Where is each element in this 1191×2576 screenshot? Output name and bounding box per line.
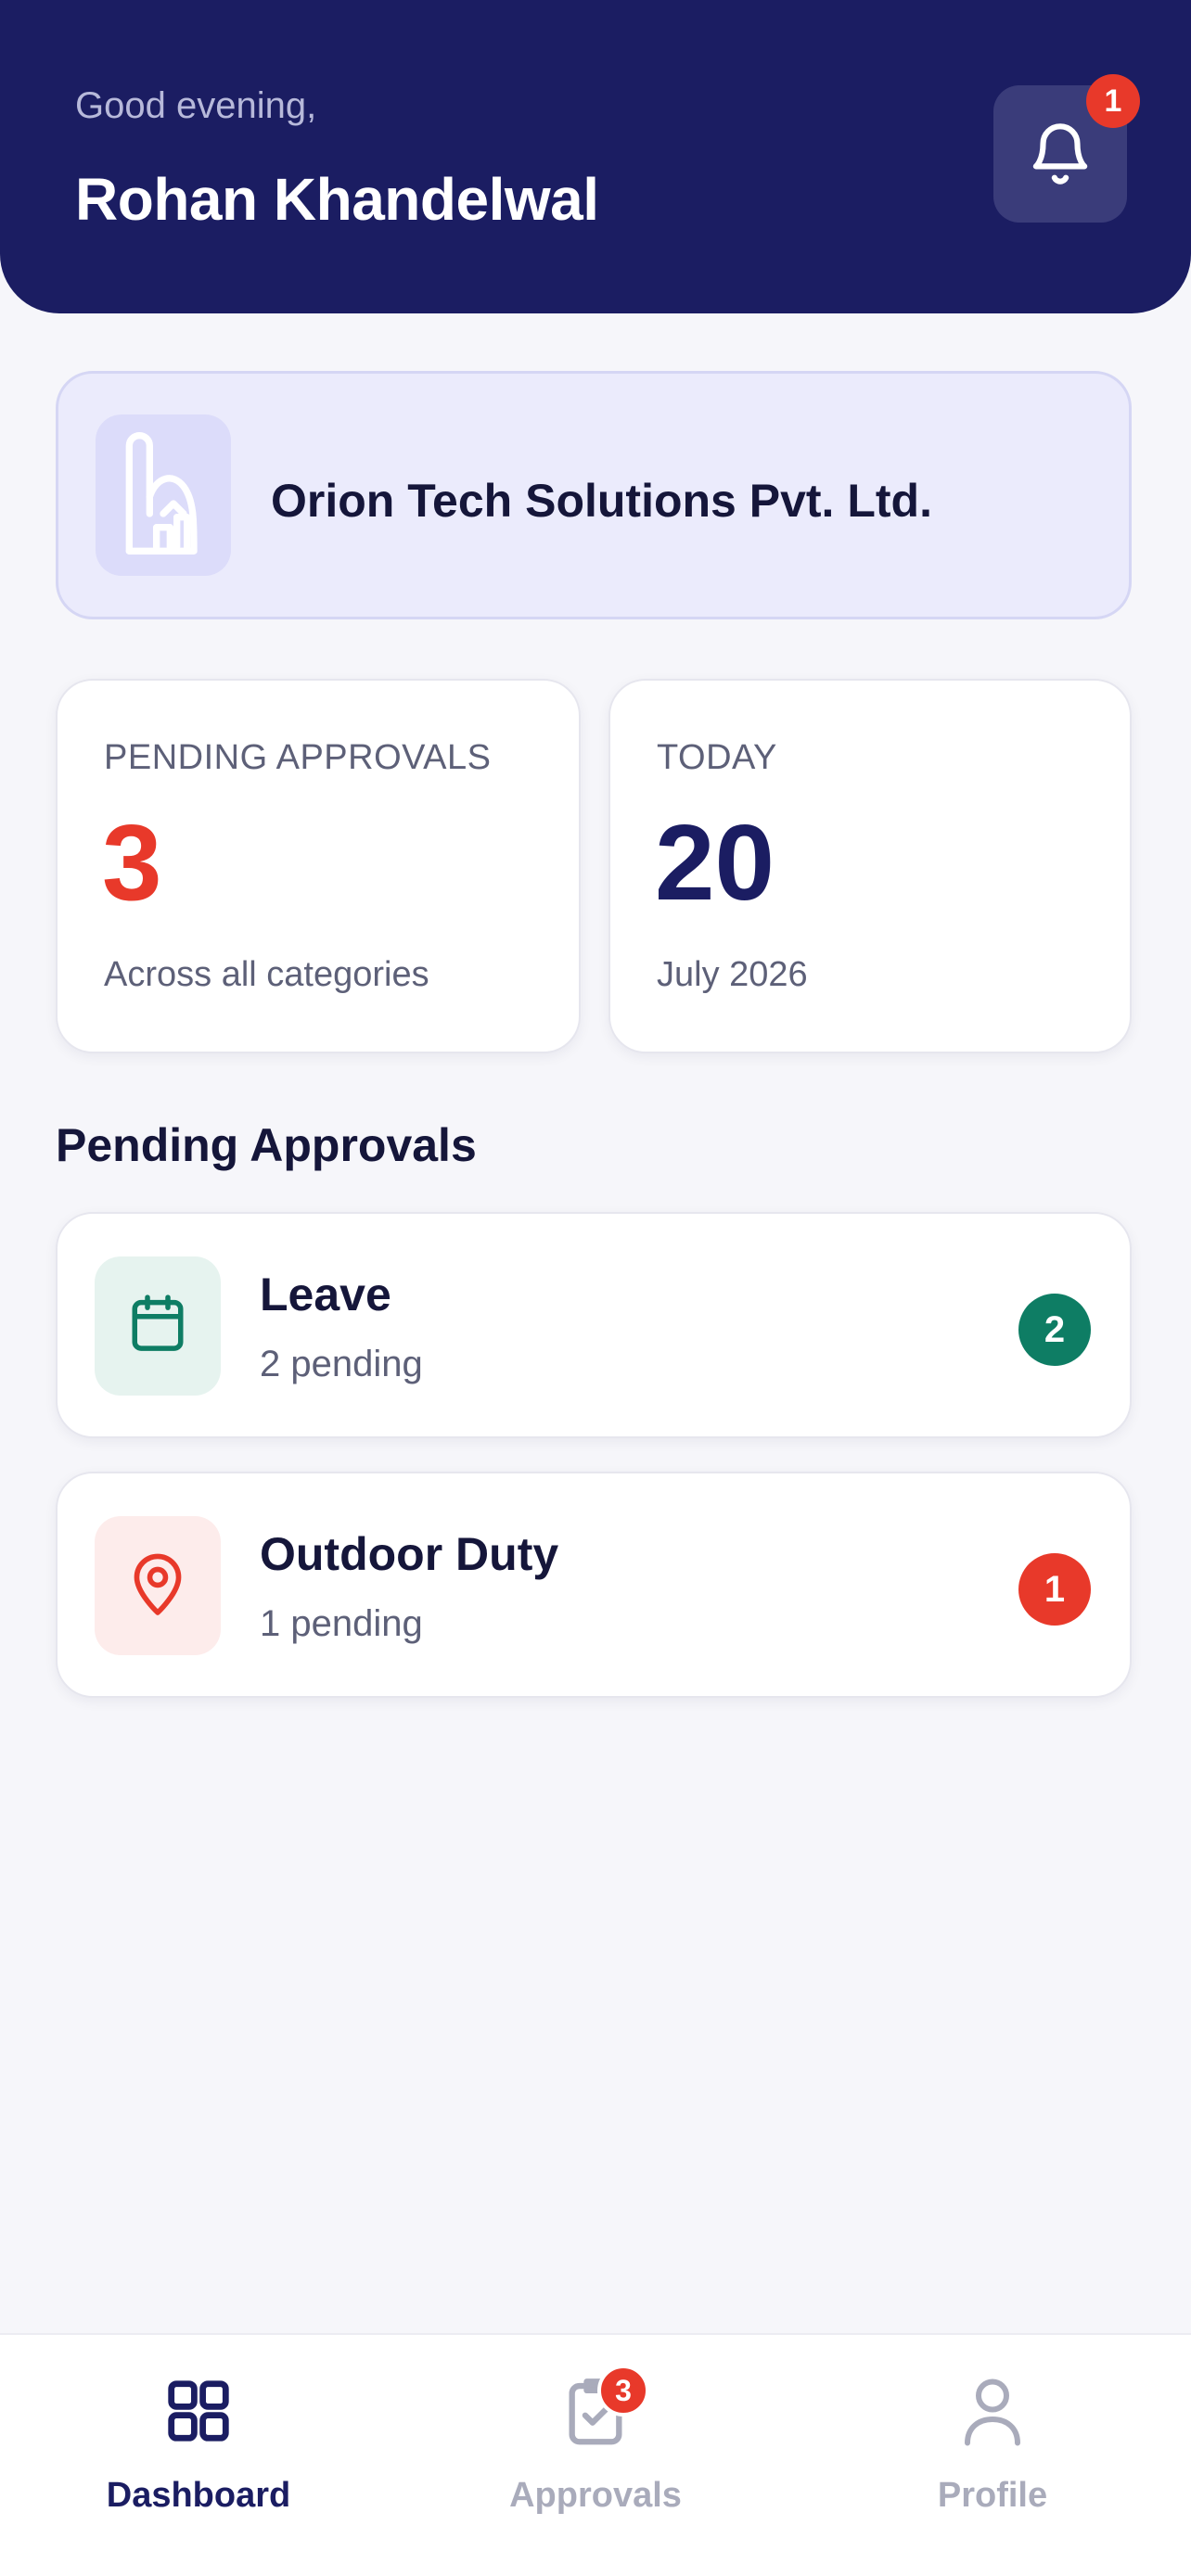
stat-label: TODAY — [657, 738, 777, 777]
approval-item-leave[interactable]: Leave 2 pending 2 — [56, 1212, 1132, 1438]
nav-label: Approvals — [509, 2476, 682, 2515]
today-stat-card: TODAY 20 July 2026 — [608, 679, 1132, 1053]
section-title: Pending Approvals — [56, 1119, 477, 1171]
nav-label: Dashboard — [106, 2476, 291, 2515]
approvals-badge: 3 — [597, 2365, 649, 2417]
user-icon — [955, 2374, 1030, 2448]
calendar-icon — [127, 1291, 188, 1362]
stat-value: 20 — [655, 802, 775, 923]
dashboard-screen: Good evening, Rohan Khandelwal 1 Orion T… — [0, 0, 1191, 2576]
bell-icon — [1026, 115, 1095, 194]
nav-tab-approvals[interactable]: 3 Approvals — [397, 2335, 794, 2576]
company-card[interactable]: Orion Tech Solutions Pvt. Ltd. — [56, 371, 1132, 619]
nav-tab-dashboard[interactable]: Dashboard — [0, 2335, 397, 2576]
approval-item-icon — [95, 1516, 221, 1655]
location-pin-icon — [129, 1549, 186, 1623]
pending-approvals-stat-card[interactable]: PENDING APPROVALS 3 Across all categorie… — [56, 679, 581, 1053]
building-logo-icon — [112, 428, 214, 563]
approval-count-badge: 2 — [1018, 1294, 1091, 1366]
stat-subtitle: July 2026 — [657, 955, 808, 994]
stat-value: 3 — [102, 802, 162, 923]
company-logo — [96, 414, 231, 576]
approval-item-subtitle: 1 pending — [260, 1603, 423, 1644]
approval-item-title: Leave — [260, 1269, 391, 1320]
approval-item-outdoor-duty[interactable]: Outdoor Duty 1 pending 1 — [56, 1472, 1132, 1698]
nav-tab-profile[interactable]: Profile — [794, 2335, 1191, 2576]
nav-label: Profile — [937, 2476, 1048, 2515]
bottom-navigation: Dashboard 3 Approvals Profile — [0, 2333, 1191, 2576]
approval-item-subtitle: 2 pending — [260, 1344, 423, 1384]
user-name: Rohan Khandelwal — [75, 166, 599, 233]
approval-item-title: Outdoor Duty — [260, 1528, 559, 1580]
stat-label: PENDING APPROVALS — [104, 738, 492, 777]
stat-subtitle: Across all categories — [104, 955, 429, 994]
notification-badge: 1 — [1086, 74, 1140, 128]
greeting-text: Good evening, — [75, 85, 317, 126]
company-name: Orion Tech Solutions Pvt. Ltd. — [271, 475, 932, 527]
header: Good evening, Rohan Khandelwal 1 — [0, 0, 1191, 313]
approval-item-icon — [95, 1256, 221, 1396]
approval-count-badge: 1 — [1018, 1553, 1091, 1626]
grid-icon — [161, 2374, 236, 2448]
